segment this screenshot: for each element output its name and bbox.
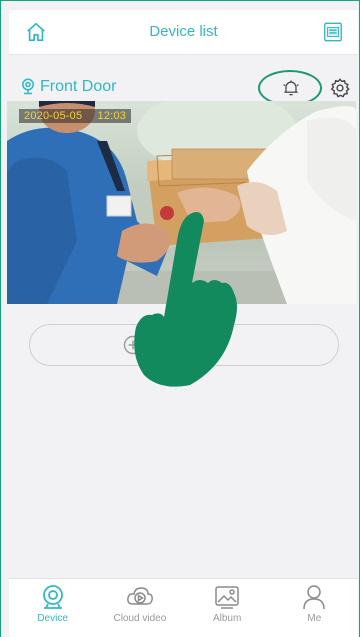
image-icon	[215, 586, 239, 609]
tab-album[interactable]: Album	[184, 579, 271, 637]
tab-cloud-video-label: Cloud video	[113, 613, 167, 624]
tab-device-label: Device	[37, 613, 68, 624]
top-bar: Device list	[9, 10, 358, 55]
bottom-tab-bar: Device Cloud video Album Me	[9, 578, 358, 637]
qr-code-icon[interactable]	[322, 21, 344, 43]
tab-device[interactable]: Device	[9, 579, 96, 637]
tab-me-label: Me	[307, 613, 322, 624]
gear-icon[interactable]	[329, 77, 351, 99]
camera-icon	[42, 585, 63, 609]
preview-time: 12:03	[97, 110, 127, 122]
tab-cloud-video[interactable]: Cloud video	[96, 579, 183, 637]
app-screen: Device list Front Door 2020-05-05 12:03 …	[0, 0, 360, 637]
device-name: Front Door	[40, 78, 117, 95]
pointing-hand-icon	[134, 212, 237, 387]
preview-date: 2020-05-05	[24, 110, 83, 122]
alarm-bell-icon	[283, 80, 299, 96]
device-name-group[interactable]: Front Door	[20, 78, 116, 96]
location-pin-icon	[22, 78, 34, 95]
cloud-play-icon	[126, 587, 153, 605]
device-header: Front Door	[9, 70, 358, 106]
tab-me[interactable]: Me	[271, 579, 358, 637]
preview-timestamp: 2020-05-05 12:03	[19, 109, 132, 123]
person-icon	[303, 585, 326, 610]
tab-album-label: Album	[212, 613, 242, 624]
page-title: Device list	[149, 23, 218, 40]
